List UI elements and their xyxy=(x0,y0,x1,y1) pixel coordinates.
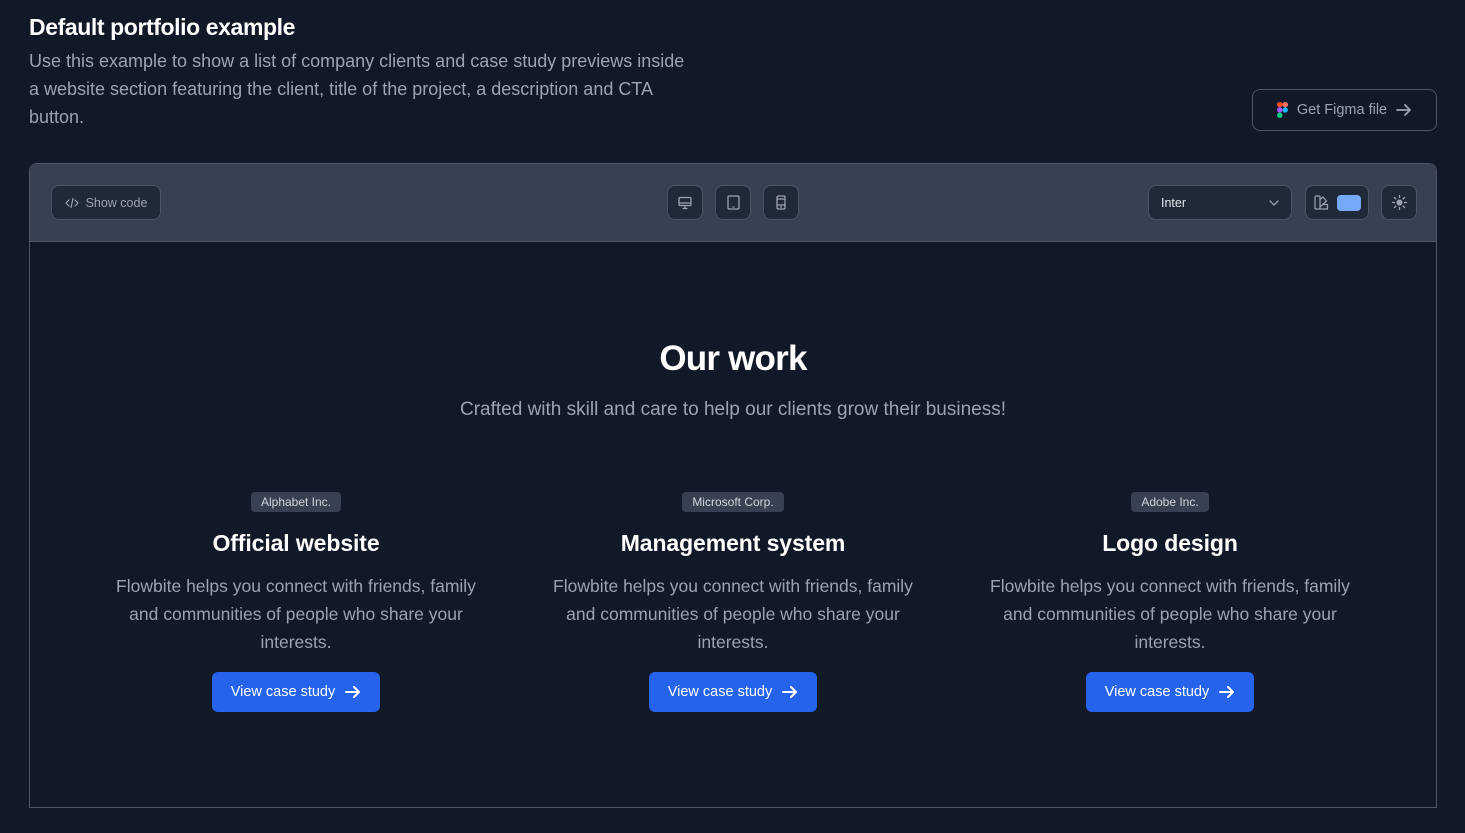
tablet-view-button[interactable] xyxy=(715,185,751,220)
section-title: Our work xyxy=(659,339,807,378)
font-select[interactable]: Inter xyxy=(1148,185,1292,220)
case-study-card: Alphabet Inc. Official website Flowbite … xyxy=(78,492,515,712)
desktop-icon xyxy=(678,196,692,210)
preview-frame: Show code Inter Our work Crafted with sk… xyxy=(29,163,1437,808)
client-badge: Adobe Inc. xyxy=(1131,492,1209,512)
show-code-button[interactable]: Show code xyxy=(51,185,161,220)
page-title: Default portfolio example xyxy=(29,14,296,40)
view-case-study-label: View case study xyxy=(667,684,773,700)
mobile-icon xyxy=(776,195,786,210)
mobile-view-button[interactable] xyxy=(763,185,799,220)
view-case-study-button[interactable]: View case study xyxy=(211,672,381,712)
tablet-icon xyxy=(726,195,740,210)
case-study-title: Management system xyxy=(620,530,846,556)
case-study-list: Alphabet Inc. Official website Flowbite … xyxy=(30,492,1436,712)
case-study-card: Microsoft Corp. Management system Flowbi… xyxy=(515,492,952,712)
arrow-right-icon xyxy=(345,686,361,698)
case-study-card: Adobe Inc. Logo design Flowbite helps yo… xyxy=(952,492,1389,712)
case-study-description: Flowbite helps you connect with friends,… xyxy=(990,576,1350,652)
color-swatch xyxy=(1336,194,1361,211)
get-figma-file-label: Get Figma file xyxy=(1296,102,1388,118)
get-figma-file-button[interactable]: Get Figma file xyxy=(1252,89,1437,131)
view-case-study-button[interactable]: View case study xyxy=(1085,672,1255,712)
show-code-label: Show code xyxy=(85,195,148,210)
view-case-study-button[interactable]: View case study xyxy=(648,672,818,712)
case-study-description: Flowbite helps you connect with friends,… xyxy=(116,576,476,652)
chevron-down-icon xyxy=(1269,199,1279,206)
case-study-description: Flowbite helps you connect with friends,… xyxy=(553,576,913,652)
portfolio-section: Our work Crafted with skill and care to … xyxy=(30,242,1436,712)
color-picker-button[interactable] xyxy=(1305,185,1369,220)
page-description: Use this example to show a list of compa… xyxy=(29,51,685,127)
arrow-right-icon xyxy=(1396,104,1412,116)
client-badge: Alphabet Inc. xyxy=(250,492,342,512)
arrow-right-icon xyxy=(1219,686,1235,698)
case-study-title: Logo design xyxy=(1102,530,1238,556)
arrow-right-icon xyxy=(782,686,798,698)
sun-icon xyxy=(1391,195,1407,210)
view-case-study-label: View case study xyxy=(1104,684,1210,700)
preview-toolbar: Show code Inter xyxy=(30,164,1436,242)
desktop-view-button[interactable] xyxy=(667,185,703,220)
case-study-title: Official website xyxy=(212,530,380,556)
client-badge: Microsoft Corp. xyxy=(682,492,784,512)
swatch-book-icon xyxy=(1313,195,1329,210)
view-case-study-label: View case study xyxy=(230,684,336,700)
figma-icon xyxy=(1276,102,1288,118)
font-select-value: Inter xyxy=(1161,195,1187,210)
theme-toggle-button[interactable] xyxy=(1381,185,1417,220)
page-header: Default portfolio example Use this examp… xyxy=(29,12,1437,131)
section-subtitle: Crafted with skill and care to help our … xyxy=(460,399,1006,420)
code-icon xyxy=(64,197,79,209)
